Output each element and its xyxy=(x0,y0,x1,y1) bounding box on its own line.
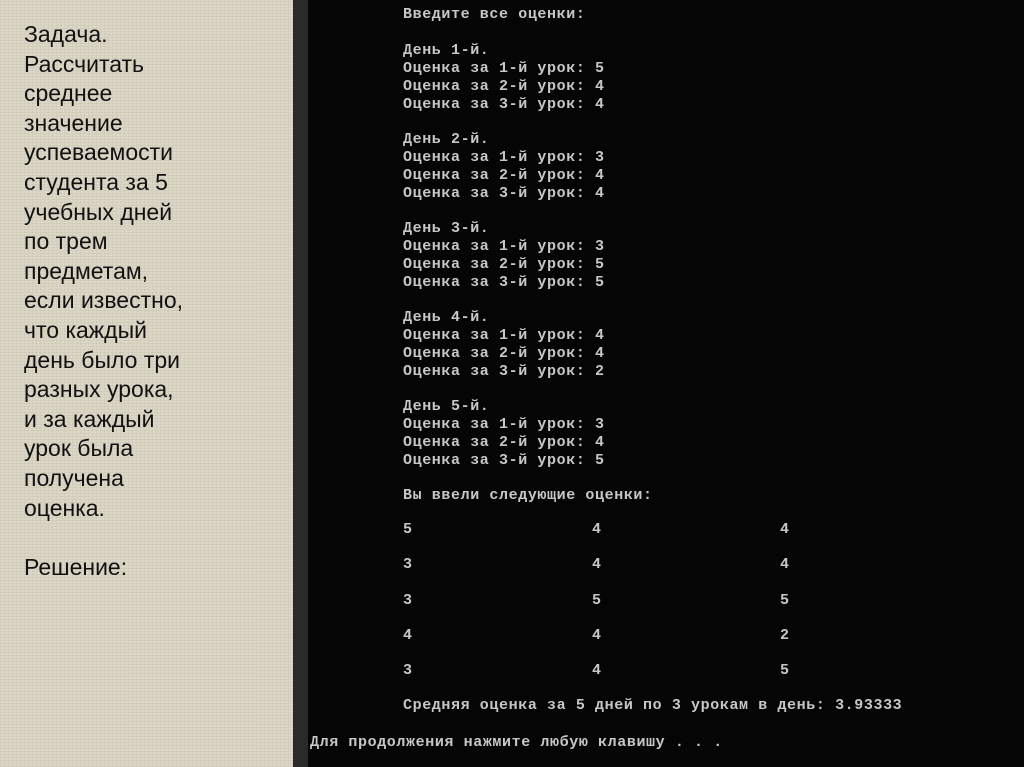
console-window: Введите все оценки: День 1-й. Оценка за … xyxy=(293,0,1024,767)
day-header: День 5-й. xyxy=(403,398,490,415)
task-line: разных урока, xyxy=(24,376,174,403)
grade-line: Оценка за 1-й урок: 3 xyxy=(403,149,605,166)
entered-label: Вы ввели следующие оценки: xyxy=(403,487,653,504)
grid-cell: 5 xyxy=(403,521,413,538)
grid-cell: 4 xyxy=(592,627,602,644)
day-header: День 4-й. xyxy=(403,309,490,326)
day-header: День 3-й. xyxy=(403,220,490,237)
grid-cell: 4 xyxy=(780,521,790,538)
grade-line: Оценка за 2-й урок: 4 xyxy=(403,345,605,362)
task-line: по трем xyxy=(24,228,108,255)
grade-line: Оценка за 1-й урок: 5 xyxy=(403,60,605,77)
grade-line: Оценка за 3-й урок: 2 xyxy=(403,363,605,380)
task-line: значение xyxy=(24,109,123,136)
grid-cell: 4 xyxy=(592,662,602,679)
grade-line: Оценка за 1-й урок: 4 xyxy=(403,327,605,344)
task-line: учебных дней xyxy=(24,198,173,225)
task-line: студента за 5 xyxy=(24,168,168,195)
grid-cell: 4 xyxy=(780,556,790,573)
day-header: День 1-й. xyxy=(403,42,490,59)
grid-cell: 3 xyxy=(403,556,413,573)
grid-cell: 5 xyxy=(780,662,790,679)
console-output[interactable]: Введите все оценки: День 1-й. Оценка за … xyxy=(308,0,1024,767)
task-line: среднее xyxy=(24,80,113,107)
task-line: день было три xyxy=(24,346,181,373)
grade-line: Оценка за 3-й урок: 4 xyxy=(403,185,605,202)
task-line: успеваемости xyxy=(24,139,174,166)
grade-line: Оценка за 3-й урок: 5 xyxy=(403,452,605,469)
grade-line: Оценка за 3-й урок: 5 xyxy=(403,274,605,291)
grade-line: Оценка за 2-й урок: 4 xyxy=(403,434,605,451)
task-description: Задача. Рассчитать среднее значение успе… xyxy=(24,20,269,582)
grade-line: Оценка за 2-й урок: 4 xyxy=(403,78,605,95)
grade-line: Оценка за 2-й урок: 5 xyxy=(403,256,605,273)
continue-prompt: Для продолжения нажмите любую клавишу . … xyxy=(310,734,723,751)
task-line: оценка. xyxy=(24,494,105,521)
grid-cell: 2 xyxy=(780,627,790,644)
average-result: Средняя оценка за 5 дней по 3 урокам в д… xyxy=(403,697,903,714)
task-line: получена xyxy=(24,464,124,491)
task-line: Задача. xyxy=(24,21,108,47)
console-prompt: Введите все оценки: xyxy=(403,6,586,23)
grid-cell: 4 xyxy=(403,627,413,644)
grid-cell: 4 xyxy=(592,521,602,538)
grade-line: Оценка за 1-й урок: 3 xyxy=(403,416,605,433)
task-line: и за каждый xyxy=(24,405,155,432)
grade-line: Оценка за 3-й урок: 4 xyxy=(403,96,605,113)
grid-cell: 5 xyxy=(780,592,790,609)
grade-line: Оценка за 2-й урок: 4 xyxy=(403,167,605,184)
grid-cell: 3 xyxy=(403,592,413,609)
slide: Задача. Рассчитать среднее значение успе… xyxy=(0,0,1024,767)
grid-cell: 3 xyxy=(403,662,413,679)
solution-label: Решение: xyxy=(24,553,128,580)
grid-cell: 5 xyxy=(592,592,602,609)
task-line: урок была xyxy=(24,435,134,462)
task-line: предметам, xyxy=(24,257,149,284)
grade-line: Оценка за 1-й урок: 3 xyxy=(403,238,605,255)
task-line: Рассчитать xyxy=(24,50,145,77)
task-line: если известно, xyxy=(24,287,184,314)
grid-cell: 4 xyxy=(592,556,602,573)
task-line: что каждый xyxy=(24,316,147,343)
day-header: День 2-й. xyxy=(403,131,490,148)
